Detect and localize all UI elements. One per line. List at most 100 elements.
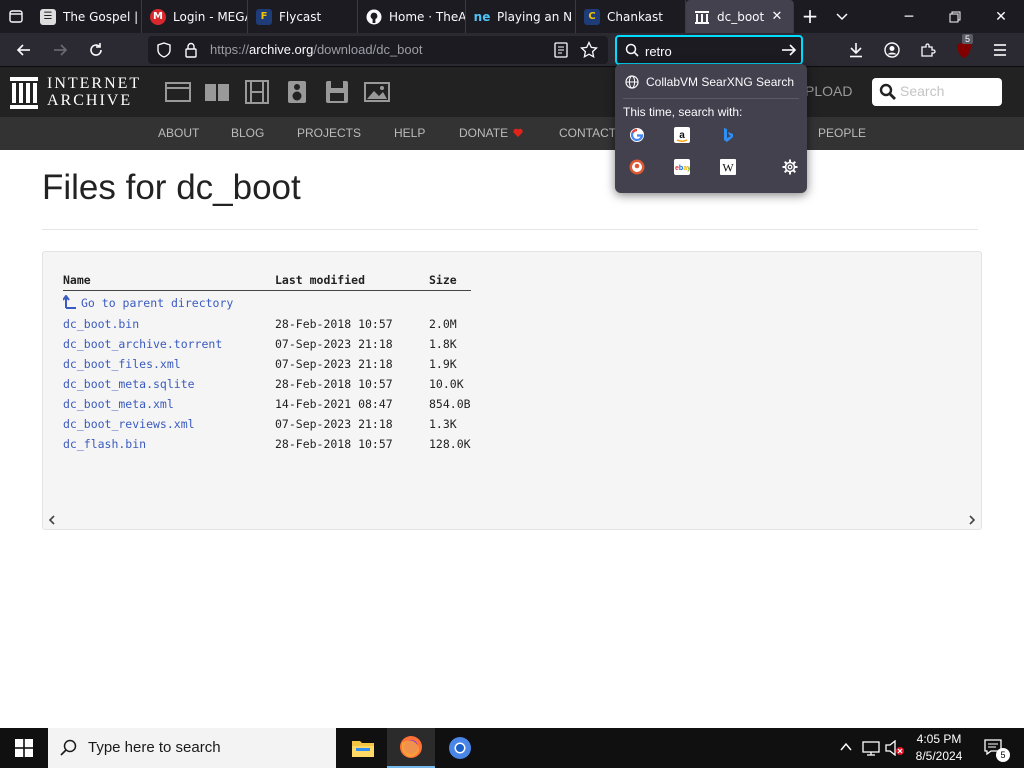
search-input[interactable] xyxy=(645,42,775,60)
images-media-button[interactable] xyxy=(364,80,390,104)
tab-mega[interactable]: M Login - MEGA xyxy=(142,0,248,33)
back-arrow-icon xyxy=(16,44,30,56)
nav-projects[interactable]: PROJECTS xyxy=(297,126,361,140)
tab-strip: ☰ The Gospel | E M Login - MEGA F Flycas… xyxy=(0,0,1024,33)
address-bar[interactable]: https://archive.org/download/dc_boot xyxy=(148,36,608,64)
list-all-tabs-button[interactable] xyxy=(830,4,854,28)
forward-button[interactable] xyxy=(46,36,74,64)
nav-about[interactable]: ABOUT xyxy=(158,126,199,140)
tab-playing[interactable]: ne Playing an N xyxy=(466,0,576,33)
horizontal-scrollbar[interactable] xyxy=(44,512,980,528)
downloads-button[interactable] xyxy=(842,36,870,64)
lock-icon[interactable] xyxy=(184,42,198,58)
firefox-view-button[interactable] xyxy=(4,4,28,28)
tab-dc-boot[interactable]: dc_boot d ✕ xyxy=(686,0,794,33)
system-clock[interactable]: 4:05 PM 8/5/2024 xyxy=(906,731,972,765)
flycast-icon: F xyxy=(256,8,272,25)
engine-ebay-button[interactable]: ebay xyxy=(669,154,695,180)
divider xyxy=(42,229,978,230)
file-link[interactable]: dc_boot_meta.xml xyxy=(63,397,174,411)
upload-link[interactable]: PLOAD xyxy=(805,83,852,99)
firefox-app[interactable] xyxy=(387,728,435,768)
close-icon: ✕ xyxy=(995,8,1007,25)
audio-media-button[interactable] xyxy=(284,80,310,104)
file-link[interactable]: dc_boot_reviews.xml xyxy=(63,417,195,431)
ia-logo[interactable]: INTERNET ARCHIVE xyxy=(10,75,150,111)
parent-directory-link[interactable]: Go to parent directory xyxy=(81,296,233,310)
extensions-button[interactable] xyxy=(914,36,942,64)
close-tab-icon[interactable]: ✕ xyxy=(769,8,785,24)
minimize-button[interactable]: ─ xyxy=(886,0,932,33)
taskbar-search-placeholder: Type here to search xyxy=(88,739,221,756)
restore-button[interactable] xyxy=(932,0,978,33)
reader-view-icon[interactable] xyxy=(554,42,568,58)
nav-blog[interactable]: BLOG xyxy=(231,126,264,140)
reload-button[interactable] xyxy=(82,36,110,64)
ia-nav-bar: ABOUT BLOG PROJECTS HELP DONATE CONTACT … xyxy=(0,117,1024,150)
file-link[interactable]: dc_boot_files.xml xyxy=(63,357,181,371)
tab-chankast[interactable]: C Chankast xyxy=(576,0,686,33)
image-icon xyxy=(364,82,390,102)
ia-search-input[interactable] xyxy=(900,83,996,99)
start-button[interactable] xyxy=(0,728,48,768)
taskbar-search-box[interactable]: Type here to search xyxy=(48,728,336,768)
tab-title: Chankast xyxy=(607,9,663,24)
up-arrow-icon[interactable] xyxy=(62,294,77,309)
hamburger-menu-icon xyxy=(994,44,1006,56)
software-media-button[interactable] xyxy=(324,80,350,104)
tab-flycast[interactable]: F Flycast xyxy=(248,0,358,33)
nav-donate[interactable]: DONATE xyxy=(459,126,508,140)
ia-top-header: INTERNET ARCHIVE PLOAD xyxy=(0,67,1024,117)
file-link[interactable]: dc_flash.bin xyxy=(63,437,146,451)
search-settings-button[interactable] xyxy=(777,154,803,180)
nav-contact[interactable]: CONTACT xyxy=(559,126,616,140)
back-button[interactable] xyxy=(10,36,38,64)
tab-gospel[interactable]: ☰ The Gospel | E xyxy=(32,0,142,33)
file-size: 1.8K xyxy=(429,337,457,351)
web-media-button[interactable] xyxy=(165,80,191,104)
network-icon[interactable] xyxy=(862,740,880,756)
mega-icon: M xyxy=(150,8,166,25)
show-hidden-icons-chevron-icon[interactable] xyxy=(840,742,852,752)
nav-people[interactable]: PEOPLE xyxy=(818,126,866,140)
new-tab-button[interactable]: + xyxy=(798,4,822,28)
speaker-icon xyxy=(288,81,306,103)
search-bar[interactable] xyxy=(615,35,803,65)
search-suggestion-item[interactable]: CollabVM SearXNG Search xyxy=(619,71,803,93)
column-header-name[interactable]: Name xyxy=(63,272,275,291)
search-suggestions-popup: CollabVM SearXNG Search This time, searc… xyxy=(615,64,807,193)
ublock-extension-button[interactable]: 5 xyxy=(950,34,978,64)
account-button[interactable] xyxy=(878,36,906,64)
column-header-size[interactable]: Size xyxy=(429,272,471,291)
close-window-button[interactable]: ✕ xyxy=(978,0,1024,33)
scroll-right-icon[interactable] xyxy=(967,515,977,525)
engine-duckduckgo-button[interactable] xyxy=(624,154,650,180)
app-menu-button[interactable] xyxy=(986,36,1014,64)
ia-search-box[interactable] xyxy=(872,78,1002,106)
file-explorer-app[interactable] xyxy=(339,728,387,768)
file-link[interactable]: dc_boot.bin xyxy=(63,317,139,331)
file-link[interactable]: dc_boot_archive.torrent xyxy=(63,337,222,351)
tab-github[interactable]: Home · TheA xyxy=(358,0,466,33)
search-icon xyxy=(879,83,896,100)
archive-icon xyxy=(694,9,710,25)
video-media-button[interactable] xyxy=(244,80,270,104)
volume-muted-icon[interactable] xyxy=(885,740,905,756)
engine-amazon-button[interactable]: a xyxy=(669,122,695,148)
texts-media-button[interactable] xyxy=(204,80,230,104)
scroll-left-icon[interactable] xyxy=(47,515,57,525)
github-icon xyxy=(366,9,382,25)
chromium-icon xyxy=(449,737,471,759)
engine-bing-button[interactable] xyxy=(715,122,741,148)
nav-help[interactable]: HELP xyxy=(394,126,425,140)
column-header-modified[interactable]: Last modified xyxy=(275,272,429,291)
chromium-app[interactable] xyxy=(436,728,484,768)
tracking-protection-shield-icon[interactable] xyxy=(156,42,172,58)
file-link[interactable]: dc_boot_meta.sqlite xyxy=(63,377,195,391)
engine-wikipedia-button[interactable]: W xyxy=(715,154,741,180)
chankast-icon: C xyxy=(584,8,600,25)
engine-google-button[interactable] xyxy=(624,122,650,148)
go-arrow-icon[interactable] xyxy=(781,43,797,57)
bookmark-star-icon[interactable] xyxy=(580,41,598,59)
action-center-button[interactable]: 5 xyxy=(978,728,1018,768)
